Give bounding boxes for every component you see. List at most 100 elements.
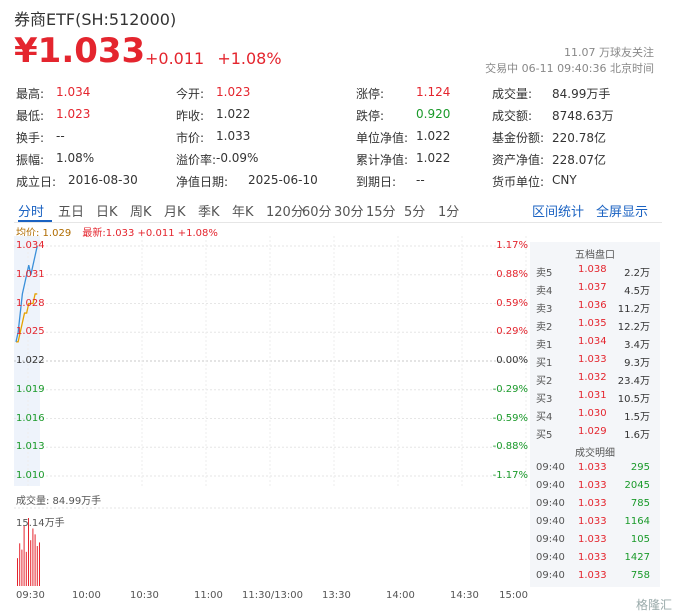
row-price: 1.035 [578, 318, 607, 329]
tab-2[interactable]: 日K [96, 201, 118, 220]
price-change: +0.011 +1.08% [145, 49, 290, 68]
stat-label: 累计净值: [356, 153, 409, 167]
row-volume: 1.5万 [624, 412, 650, 423]
row-label: 09:40 [536, 534, 565, 545]
row-label: 09:40 [536, 498, 565, 509]
row-volume: 1.6万 [624, 430, 650, 441]
tab-6[interactable]: 年K [232, 201, 254, 220]
stats-row: 成立日: 2016-08-30 净值日期: 2025-06-10 到期日: -- 货币单位:… [16, 170, 656, 192]
row-price: 1.036 [578, 300, 607, 311]
tab-8[interactable]: 60分 [302, 201, 332, 220]
row-volume: 10.5万 [617, 394, 650, 405]
row-price: 1.033 [578, 498, 607, 509]
tab-0[interactable]: 分时 [18, 201, 44, 220]
period-tabs: 区间统计 全屏显示 分时 五日 日K 周K 月K 季K 年K 120分 60分 30分 15分 5分 1… [12, 198, 672, 222]
stat-label: 基金份额: [492, 131, 545, 145]
row-volume: 295 [630, 462, 650, 473]
volume-bar [36, 546, 38, 586]
x-tick-label: 11:00 [194, 590, 223, 601]
tab-4[interactable]: 月K [164, 201, 186, 220]
x-tick-label: 13:30 [322, 590, 351, 601]
order-book-panel: 五档盘口 卖5 1.038 2.2万 卖4 1.037 4.5万 卖3 1.036 11.2万 卖2… [530, 242, 660, 587]
row-label: 09:40 [536, 480, 565, 491]
stat-label: 资产净值: [492, 153, 545, 167]
tab-10[interactable]: 15分 [366, 201, 396, 220]
row-volume: 758 [630, 570, 650, 581]
row-price: 1.030 [578, 408, 607, 419]
pct-tick-label: -1.17% [492, 470, 528, 481]
divider [14, 222, 662, 223]
price-chart-svg [14, 236, 528, 486]
row-label: 买4 [536, 412, 553, 423]
pct-tick-label: 1.17% [496, 240, 528, 251]
tab-7[interactable]: 120分 [266, 201, 304, 220]
stat-value: -- [416, 173, 425, 187]
y-tick-label: 1.025 [16, 326, 45, 338]
row-label: 卖4 [536, 286, 553, 297]
stat-label: 振幅: [16, 153, 45, 167]
volume-bar [34, 534, 36, 586]
row-price: 1.033 [578, 570, 607, 581]
row-label: 09:40 [536, 516, 565, 527]
row-volume: 12.2万 [617, 322, 650, 333]
volume-bar [21, 549, 23, 586]
tab-11[interactable]: 5分 [404, 201, 425, 220]
volume-bar [17, 558, 18, 586]
stats-grid: 最高: 1.034 今开: 1.023 涨停: 1.124 成交量: 84.99万手 最低: 1.… [16, 82, 656, 192]
stat-value: 1.08% [56, 151, 95, 165]
volume-label: 成交量: 84.99万手 [16, 496, 102, 507]
row-label: 买1 [536, 358, 553, 369]
tab-1[interactable]: 五日 [58, 201, 84, 220]
bid-row: 买1 1.033 9.3万 [530, 352, 660, 370]
x-tick-label: 09:30 [16, 590, 45, 601]
trading-status: 交易中 06-11 09:40:36 北京时间 [485, 62, 654, 75]
pct-tick-label: -0.29% [492, 383, 528, 395]
tab-3[interactable]: 周K [130, 201, 152, 220]
x-tick-label: 11:30/13:00 [242, 590, 304, 601]
stat-label: 溢价率: [176, 153, 217, 167]
stat-value: 1.022 [416, 151, 451, 165]
tab-12[interactable]: 1分 [438, 201, 459, 220]
row-label: 买5 [536, 430, 553, 441]
time-axis: 09:30 10:00 10:30 11:00 11:30/13:00 13:30 14:0… [14, 590, 528, 604]
trade-row: 09:40 1.033 2045 [530, 478, 660, 496]
trades-title: 成交明细 [575, 448, 615, 459]
pct-tick-label: -0.59% [492, 412, 528, 424]
y-tick-label: 1.016 [16, 412, 45, 424]
tab-9[interactable]: 30分 [334, 201, 364, 220]
stat-label: 到期日: [356, 175, 397, 189]
tab-5[interactable]: 季K [198, 201, 220, 220]
ask-row: 卖2 1.035 12.2万 [530, 316, 660, 334]
stat-label: 跌停: [356, 109, 385, 123]
fullscreen-button[interactable]: 全屏显示 [596, 201, 648, 220]
ask-row: 卖3 1.036 11.2万 [530, 298, 660, 316]
range-stats-button[interactable]: 区间统计 [532, 201, 584, 220]
ask-row: 卖5 1.038 2.2万 [530, 262, 660, 280]
stat-value: CNY [552, 173, 577, 187]
row-volume: 23.4万 [617, 376, 650, 387]
y-tick-label: 1.034 [16, 240, 45, 251]
row-price: 1.031 [578, 390, 607, 401]
row-volume: 785 [630, 498, 650, 509]
ask-row: 卖4 1.037 4.5万 [530, 280, 660, 298]
bid-row: 买5 1.029 1.6万 [530, 424, 660, 442]
pct-tick-label: 0.29% [496, 326, 528, 338]
stat-label: 成立日: [16, 175, 57, 189]
row-price: 1.029 [578, 426, 607, 437]
trade-row: 09:40 1.033 1427 [530, 550, 660, 568]
intraday-chart[interactable]: 1.034 1.17% 1.031 0.88% 1.028 0.59% 1.025 0.29%… [14, 236, 528, 486]
stat-value: 1.124 [416, 85, 451, 99]
stat-value: 2016-08-30 [68, 173, 138, 187]
stats-row: 振幅: 1.08% 溢价率: -0.09% 累计净值: 1.022 资产净值: 228.07亿 [16, 148, 656, 170]
x-tick-label: 15:00 [499, 590, 528, 601]
row-volume: 1164 [624, 516, 650, 527]
stat-value: 1.023 [216, 85, 251, 99]
volume-bar [25, 551, 27, 586]
stat-value: 8748.63万 [552, 109, 614, 123]
stat-label: 昨收: [176, 109, 205, 123]
row-volume: 9.3万 [624, 358, 650, 369]
order-book-title: 五档盘口 [575, 250, 615, 261]
x-tick-label: 14:30 [450, 590, 479, 601]
stat-label: 今开: [176, 87, 205, 101]
row-price: 1.033 [578, 516, 607, 527]
